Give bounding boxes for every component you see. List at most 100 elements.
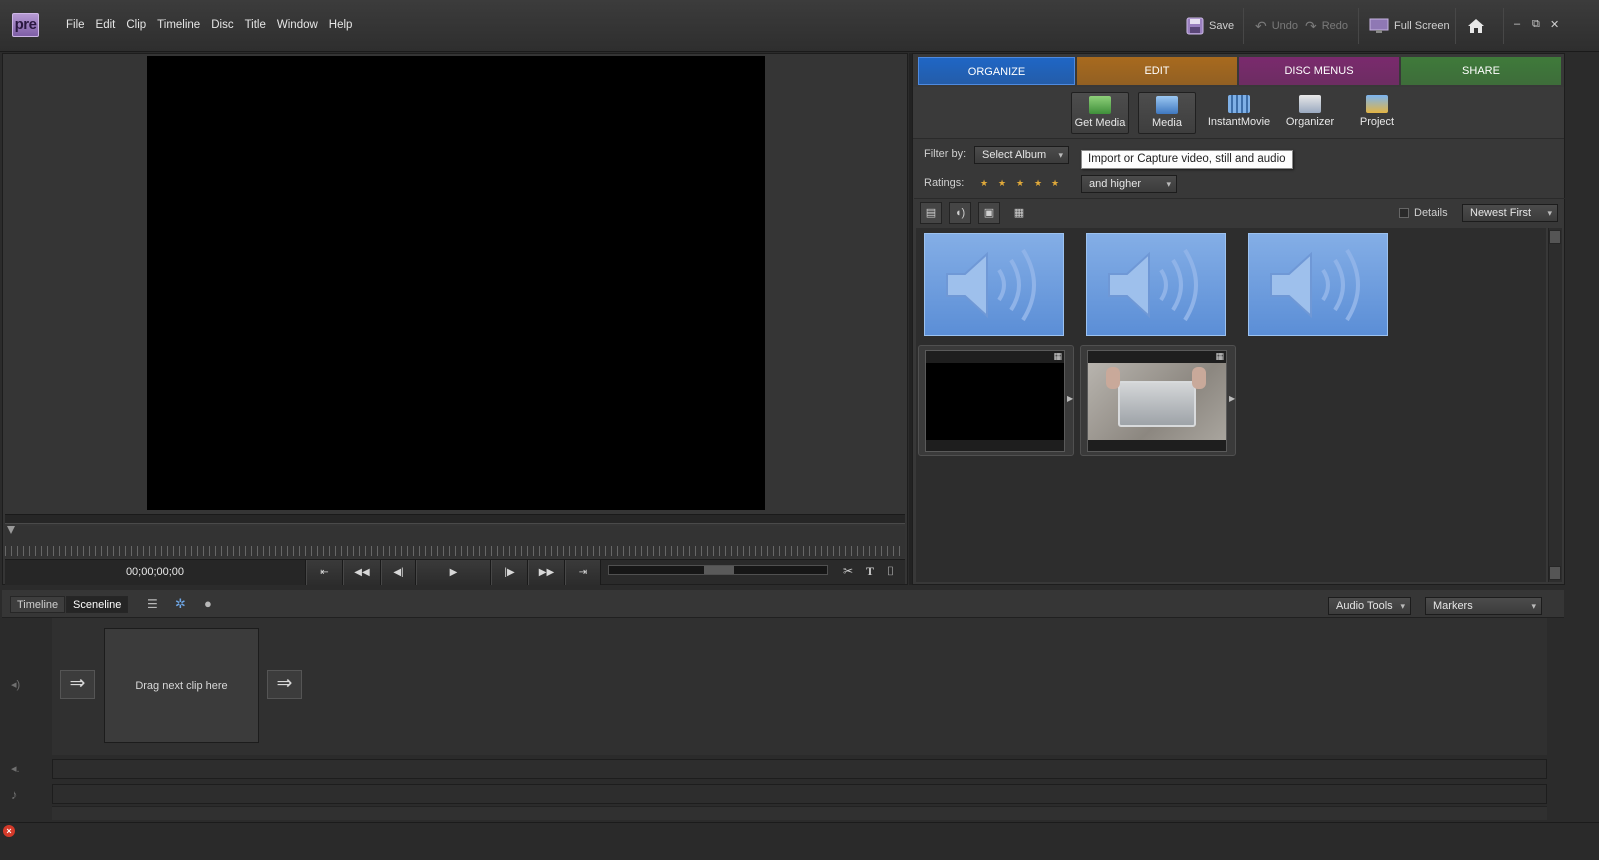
star-icon[interactable]: ★ xyxy=(998,178,1006,189)
transition-slot[interactable]: ⇒ xyxy=(60,670,95,699)
menu-help[interactable]: Help xyxy=(329,19,353,31)
star-icon[interactable]: ★ xyxy=(1016,178,1024,189)
sort-select[interactable]: Newest First xyxy=(1462,204,1558,222)
fullscreen-button[interactable]: Full Screen xyxy=(1369,14,1450,38)
rating-mode-select[interactable]: and higher xyxy=(1081,175,1177,193)
home-icon xyxy=(1468,19,1484,33)
show-image-icon[interactable]: ▣ xyxy=(978,202,1000,224)
ruler-ticks xyxy=(5,546,903,556)
tab-edit[interactable]: EDIT xyxy=(1077,57,1237,85)
step-back-icon[interactable]: ◀| xyxy=(381,560,416,585)
ratings-label: Ratings: xyxy=(924,177,965,189)
audio-clip-thumbnail[interactable] xyxy=(1086,233,1226,336)
app-logo: pre xyxy=(12,13,39,37)
properties-icon[interactable]: ☰ xyxy=(147,597,158,611)
audio-tools-select[interactable]: Audio Tools xyxy=(1328,597,1411,615)
undo-button[interactable]: ↶ Undo xyxy=(1255,14,1298,38)
go-to-out-button[interactable]: ⇥ xyxy=(565,560,601,585)
tab-disc-menus[interactable]: DISC MENUS xyxy=(1239,57,1399,85)
organize-toolbar: Get Media Media InstantMovie Organizer P… xyxy=(913,87,1564,139)
go-to-in-button[interactable]: ⇤ xyxy=(306,560,343,585)
show-video-icon[interactable]: ▤ xyxy=(920,202,942,224)
text-tool-icon[interactable]: T xyxy=(866,564,874,579)
toolbar-divider xyxy=(1503,8,1504,44)
expand-arrow-icon[interactable]: ▶ xyxy=(1229,394,1235,403)
fast-forward-icon[interactable]: ▶▶ xyxy=(528,560,565,585)
expand-arrow-icon[interactable]: ▶ xyxy=(1067,394,1073,403)
redo-label: Redo xyxy=(1321,20,1349,32)
tab-share[interactable]: SHARE xyxy=(1401,57,1561,85)
show-other-icon[interactable]: ▦ xyxy=(1008,202,1030,224)
playhead[interactable] xyxy=(7,526,15,534)
scroll-up-button[interactable] xyxy=(1549,230,1561,244)
video-preview[interactable] xyxy=(147,56,765,510)
audio-clip-thumbnail[interactable] xyxy=(1248,233,1388,336)
video-thumbnail: ▦ xyxy=(925,350,1065,452)
menu-window[interactable]: Window xyxy=(277,19,318,31)
project-label: Project xyxy=(1359,116,1395,128)
home-button[interactable] xyxy=(1466,14,1486,38)
instantmovie-button[interactable]: InstantMovie xyxy=(1202,92,1276,134)
tab-organize[interactable]: ORGANIZE xyxy=(918,57,1075,85)
rewind-icon[interactable]: ◀◀ xyxy=(343,560,381,585)
close-icon[interactable]: ✕ xyxy=(1550,18,1559,31)
instantmovie-icon xyxy=(1228,95,1250,113)
menu-timeline[interactable]: Timeline xyxy=(157,19,200,31)
show-audio-icon[interactable]: ◖) xyxy=(949,202,971,224)
save-button[interactable]: Save xyxy=(1186,14,1234,38)
star-icon[interactable]: ★ xyxy=(980,178,988,189)
video-clip-card[interactable]: ▦ ▶ xyxy=(1080,345,1236,456)
get-media-button[interactable]: Get Media xyxy=(1071,92,1129,134)
tab-sceneline[interactable]: Sceneline xyxy=(66,596,129,613)
album-select[interactable]: Select Album xyxy=(974,146,1069,164)
audio-clip-thumbnail[interactable] xyxy=(924,233,1064,336)
restore-icon[interactable]: ⧉ xyxy=(1532,18,1540,31)
monitor-scrollbar[interactable] xyxy=(5,514,905,524)
shuttle-slider[interactable] xyxy=(608,565,828,575)
motion-icon[interactable]: ● xyxy=(204,596,212,611)
media-button[interactable]: Media xyxy=(1138,92,1196,134)
status-bar xyxy=(0,822,1599,860)
timecode[interactable]: 00;00;00;00 xyxy=(5,560,306,585)
menu-file[interactable]: File xyxy=(66,19,85,31)
minimize-icon[interactable]: – xyxy=(1514,18,1520,30)
speaker-icon xyxy=(1108,248,1198,322)
horizontal-scrollbar[interactable] xyxy=(52,806,1547,820)
undo-label: Undo xyxy=(1271,20,1299,32)
redo-button[interactable]: ↷ Redo xyxy=(1305,14,1348,38)
transition-slot[interactable]: ⇒ xyxy=(267,670,302,699)
menu-disc[interactable]: Disc xyxy=(211,19,233,31)
scroll-down-button[interactable] xyxy=(1549,566,1561,580)
camera-icon[interactable]: ⌷ xyxy=(887,564,894,579)
menu-title[interactable]: Title xyxy=(245,19,266,31)
soundtrack-track[interactable] xyxy=(52,784,1547,804)
star-icon[interactable]: ★ xyxy=(1051,178,1059,189)
speaker-icon xyxy=(946,248,1036,322)
double-arrow-icon: ⇒ xyxy=(69,673,86,694)
organizer-button[interactable]: Organizer xyxy=(1281,92,1339,134)
project-button[interactable]: Project xyxy=(1348,92,1406,134)
step-forward-icon[interactable]: |▶ xyxy=(491,560,528,585)
media-icon xyxy=(1156,96,1178,114)
vertical-scrollbar[interactable] xyxy=(1548,228,1562,582)
markers-select[interactable]: Markers xyxy=(1425,597,1542,615)
play-icon[interactable]: ▶ xyxy=(416,560,491,585)
error-icon[interactable]: × xyxy=(3,825,15,837)
details-checkbox[interactable] xyxy=(1399,208,1409,218)
menu-edit[interactable]: Edit xyxy=(96,19,116,31)
split-clip-icon[interactable]: ✂ xyxy=(843,564,853,578)
clip-dropzone[interactable]: Drag next clip here xyxy=(104,628,259,743)
clip-frame xyxy=(1088,363,1226,440)
smart-fix-icon[interactable]: ✲ xyxy=(175,596,186,612)
monitor-panel: 00;00;00;00 ⇤ ◀◀ ◀| ▶ |▶ ▶▶ ⇥ ✂ T ⌷ xyxy=(2,53,908,585)
star-icon[interactable]: ★ xyxy=(1034,178,1042,189)
video-clip-card[interactable]: ▦ ▶ xyxy=(918,345,1074,456)
menu-clip[interactable]: Clip xyxy=(126,19,146,31)
undo-icon: ↶ xyxy=(1255,17,1267,34)
speaker-icon xyxy=(1270,248,1360,322)
shuttle-knob[interactable] xyxy=(704,566,734,574)
narration-track[interactable] xyxy=(52,759,1547,779)
fullscreen-label: Full Screen xyxy=(1394,20,1450,32)
tab-timeline[interactable]: Timeline xyxy=(10,596,66,613)
instantmovie-label: InstantMovie xyxy=(1207,116,1271,128)
